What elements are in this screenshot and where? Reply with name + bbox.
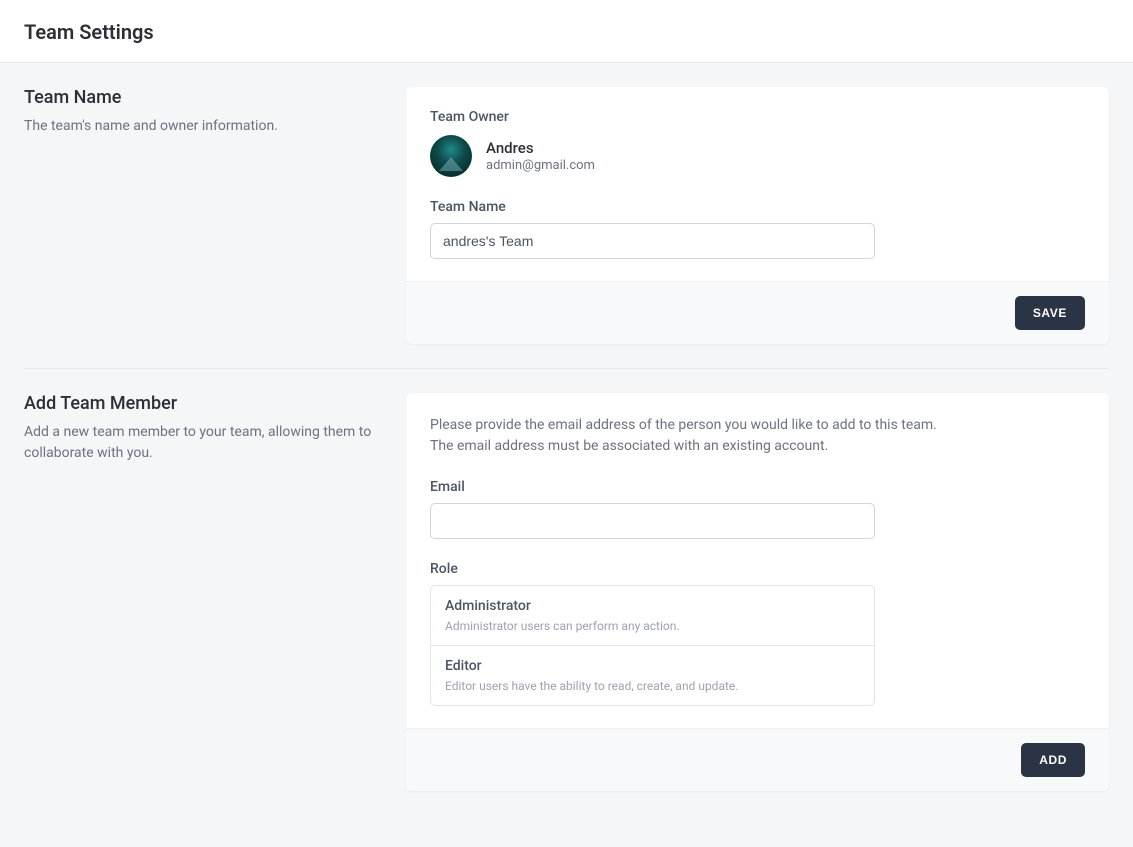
add-member-section: Add Team Member Add a new team member to… <box>24 393 1109 799</box>
add-button[interactable]: ADD <box>1021 743 1085 777</box>
team-name-card-footer: SAVE <box>406 281 1109 344</box>
team-name-title: Team Name <box>24 87 374 108</box>
role-list: Administrator Administrator users can pe… <box>430 585 875 706</box>
add-member-description: Add a new team member to your team, allo… <box>24 422 374 464</box>
team-name-input-label: Team Name <box>430 199 1085 215</box>
email-label: Email <box>430 479 1085 495</box>
role-name: Editor <box>445 658 860 674</box>
page-content: Team Name The team's name and owner info… <box>0 63 1133 847</box>
add-member-info: Please provide the email address of the … <box>430 415 950 457</box>
add-member-title: Add Team Member <box>24 393 374 414</box>
role-label: Role <box>430 561 1085 577</box>
avatar <box>430 135 472 177</box>
add-member-side: Add Team Member Add a new team member to… <box>24 393 374 791</box>
owner-email: admin@gmail.com <box>486 158 595 173</box>
email-input[interactable] <box>430 503 875 539</box>
add-member-card-footer: ADD <box>406 728 1109 791</box>
email-field: Email <box>430 479 1085 539</box>
save-button[interactable]: SAVE <box>1015 296 1085 330</box>
team-name-description: The team's name and owner information. <box>24 116 374 137</box>
owner-name: Andres <box>486 139 595 157</box>
team-name-section: Team Name The team's name and owner info… <box>24 87 1109 369</box>
team-name-side: Team Name The team's name and owner info… <box>24 87 374 344</box>
page-header: Team Settings <box>0 0 1133 63</box>
add-member-card: Please provide the email address of the … <box>406 393 1109 791</box>
team-name-card: Team Owner Andres admin@gmail.com Team N… <box>406 87 1109 344</box>
role-field: Role Administrator Administrator users c… <box>430 561 1085 706</box>
role-option-editor[interactable]: Editor Editor users have the ability to … <box>431 645 874 705</box>
team-owner-row: Andres admin@gmail.com <box>430 135 1085 177</box>
page-title: Team Settings <box>24 20 1109 44</box>
team-owner-label: Team Owner <box>430 109 1085 125</box>
add-member-card-body: Please provide the email address of the … <box>406 393 1109 728</box>
team-name-card-body: Team Owner Andres admin@gmail.com Team N… <box>406 87 1109 281</box>
team-name-input[interactable] <box>430 223 875 259</box>
role-option-administrator[interactable]: Administrator Administrator users can pe… <box>431 586 874 645</box>
owner-info: Andres admin@gmail.com <box>486 139 595 173</box>
role-name: Administrator <box>445 598 860 614</box>
role-description: Editor users have the ability to read, c… <box>445 679 860 693</box>
role-description: Administrator users can perform any acti… <box>445 619 860 633</box>
team-name-field: Team Name <box>430 199 1085 259</box>
